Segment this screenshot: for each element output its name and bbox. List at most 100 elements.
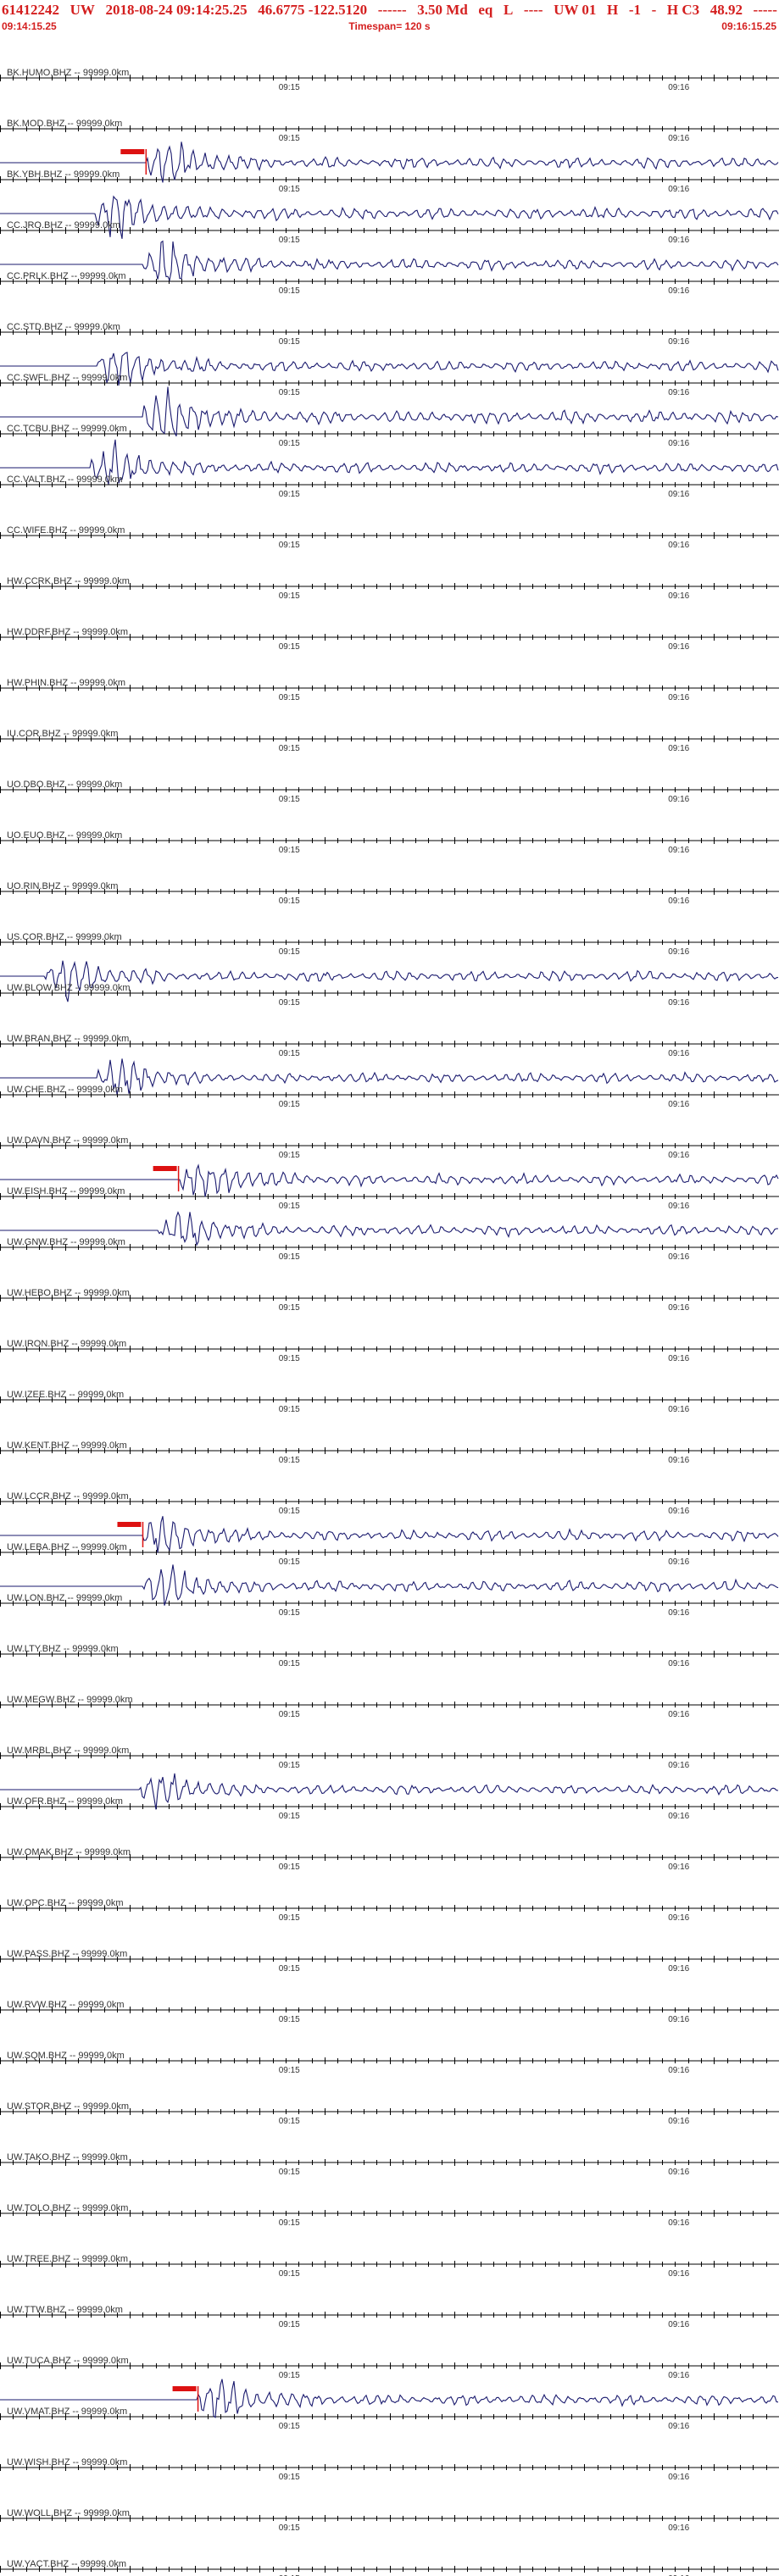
tick-label: 09:15 — [279, 1863, 300, 1872]
tick-label: 09:16 — [668, 1303, 689, 1313]
tick-label: 09:16 — [668, 337, 689, 347]
station-row-16: 09:15 09:16 UO.RIN.BHZ -- 99999.0km — [0, 881, 779, 906]
station-row-11: 09:15 09:16 HW.DDRF.BHZ -- 99999.0km — [0, 627, 779, 652]
tick-label: 09:16 — [668, 1252, 689, 1262]
tick-label: 09:16 — [668, 693, 689, 702]
tick-label: 09:16 — [668, 591, 689, 601]
station-label: UW.TREE.BHZ -- 99999.0km — [7, 2254, 128, 2264]
network: UW — [70, 2, 95, 18]
tick-label: 09:15 — [279, 1557, 300, 1567]
station-row-32: 09:15 09:16 UW.MEGW.BHZ -- 99999.0km — [0, 1695, 779, 1719]
station-row-31: 09:15 09:16 UW.LTY.BHZ -- 99999.0km — [0, 1644, 779, 1668]
station-label: UW.IRON.BHZ -- 99999.0km — [7, 1339, 126, 1349]
station-row-0: 09:15 09:16 BK.HUMO.BHZ -- 99999.0km — [0, 68, 779, 92]
version: -1 — [628, 2, 641, 18]
station-label: CC.TCBU.BHZ -- 99999.0km — [7, 424, 127, 434]
station-label: UW.IZEE.BHZ -- 99999.0km — [7, 1390, 124, 1400]
tick-label: 09:15 — [279, 337, 300, 347]
station-row-23: 09:15 09:16 UW.GNW.BHZ -- 99999.0km — [0, 1211, 779, 1262]
tick-label: 09:15 — [279, 2320, 300, 2329]
station-row-6: 09:15 09:16 CC.SWFL.BHZ -- 99999.0km — [0, 352, 779, 397]
tick-label: 09:16 — [668, 2015, 689, 2024]
station-label: UW.TAKO.BHZ -- 99999.0km — [7, 2152, 128, 2162]
tick-label: 09:15 — [279, 2473, 300, 2482]
station-label: UO.RIN.BHZ -- 99999.0km — [7, 881, 118, 891]
station-row-25: 09:15 09:16 UW.IRON.BHZ -- 99999.0km — [0, 1339, 779, 1363]
tick-label: 09:15 — [279, 388, 300, 397]
tick-label: 09:16 — [668, 2117, 689, 2126]
station-row-35: 09:15 09:16 UW.OMAK.BHZ -- 99999.0km — [0, 1847, 779, 1872]
tick-label: 09:15 — [279, 947, 300, 957]
station-label: UW.VMAT.BHZ -- 99999.0km — [7, 2407, 127, 2417]
magnitude: 3.50 Md — [417, 2, 468, 18]
station-row-29: 09:15 09:16 UW.LEBA.BHZ -- 99999.0km — [0, 1516, 779, 1567]
tick-label: 09:16 — [668, 1202, 689, 1211]
tick-label: 09:16 — [668, 2473, 689, 2482]
station-label: UW.LCCR.BHZ -- 99999.0km — [7, 1491, 129, 1502]
tick-label: 09:16 — [668, 1405, 689, 1414]
station-row-21: 09:15 09:16 UW.DAVN.BHZ -- 99999.0km — [0, 1135, 779, 1160]
tick-label: 09:16 — [668, 897, 689, 906]
tick-label: 09:16 — [668, 1456, 689, 1465]
station-label: CC.VALT.BHZ -- 99999.0km — [7, 475, 123, 485]
station-row-28: 09:15 09:16 UW.LCCR.BHZ -- 99999.0km — [0, 1491, 779, 1516]
tick-label: 09:15 — [279, 2168, 300, 2177]
station-row-33: 09:15 09:16 UW.MRBL.BHZ -- 99999.0km — [0, 1746, 779, 1770]
tick-label: 09:16 — [668, 795, 689, 804]
tick-label: 09:16 — [668, 185, 689, 194]
station-row-47: 09:15 09:16 UW.WISH.BHZ -- 99999.0km — [0, 2457, 779, 2482]
station-row-46: 09:15 09:16 UW.VMAT.BHZ -- 99999.0km — [0, 2379, 779, 2431]
location: 46.6775 -122.5120 — [258, 2, 368, 18]
station-label: UW.OMAK.BHZ -- 99999.0km — [7, 1847, 131, 1857]
station-row-3: 09:15 09:16 CC.JRO.BHZ -- 99999.0km — [0, 195, 779, 245]
station-row-1: 09:15 09:16 BK.MOD.BHZ -- 99999.0km — [0, 119, 779, 143]
tick-label: 09:16 — [668, 947, 689, 957]
station-row-30: 09:15 09:16 UW.LON.BHZ -- 99999.0km — [0, 1564, 779, 1618]
tick-label: 09:15 — [279, 1761, 300, 1770]
station-label: US.COR.BHZ -- 99999.0km — [7, 932, 122, 942]
station-label: UW.TTW.BHZ -- 99999.0km — [7, 2305, 123, 2315]
tick-label: 09:15 — [279, 1812, 300, 1821]
tick-label: 09:16 — [668, 2066, 689, 2075]
tick-label: 09:15 — [279, 1456, 300, 1465]
station-row-10: 09:15 09:16 HW.CCRK.BHZ -- 99999.0km — [0, 576, 779, 601]
tick-label: 09:15 — [279, 541, 300, 550]
station-label: UW.YACT.BHZ -- 99999.0km — [7, 2559, 126, 2569]
tick-label: 09:16 — [668, 1151, 689, 1160]
station-label: UW.LTY.BHZ -- 99999.0km — [7, 1644, 119, 1654]
gap-value: 48.92 — [709, 2, 743, 18]
tick-label: 09:15 — [279, 1964, 300, 1974]
station-label: HW.CCRK.BHZ -- 99999.0km — [7, 576, 130, 586]
station-label: CC.JRO.BHZ -- 99999.0km — [7, 220, 120, 230]
station-label: UW.TOLO.BHZ -- 99999.0km — [7, 2203, 128, 2213]
tick-label: 09:16 — [668, 134, 689, 143]
tick-label: 09:15 — [279, 642, 300, 652]
tick-label: 09:15 — [279, 2015, 300, 2024]
station-label: BK.MOD.BHZ -- 99999.0km — [7, 119, 122, 129]
processing-state: H C3 — [666, 2, 700, 18]
depth-field: ------ — [377, 2, 407, 18]
station-label: CC.SWFL.BHZ -- 99999.0km — [7, 373, 127, 383]
tick-label: 09:16 — [668, 1964, 689, 1974]
tick-label: 09:16 — [668, 388, 689, 397]
station-row-8: 09:15 09:16 CC.VALT.BHZ -- 99999.0km — [0, 439, 779, 499]
tick-label: 09:16 — [668, 2523, 689, 2533]
tick-label: 09:15 — [279, 2066, 300, 2075]
station-row-14: 09:15 09:16 UO.DBO.BHZ -- 99999.0km — [0, 780, 779, 804]
station-row-15: 09:15 09:16 UO.EUO.BHZ -- 99999.0km — [0, 830, 779, 855]
station-label: CC.WIFE.BHZ -- 99999.0km — [7, 525, 125, 536]
station-row-27: 09:15 09:16 UW.KENT.BHZ -- 99999.0km — [0, 1441, 779, 1465]
station-label: BK.HUMO.BHZ -- 99999.0km — [7, 68, 129, 78]
tick-label: 09:16 — [668, 2168, 689, 2177]
station-label: UW.DAVN.BHZ -- 99999.0km — [7, 1135, 128, 1146]
tick-label: 09:16 — [668, 998, 689, 1008]
station-label: UW.LEBA.BHZ -- 99999.0km — [7, 1542, 127, 1552]
tick-label: 09:15 — [279, 795, 300, 804]
station-label: UW.WISH.BHZ -- 99999.0km — [7, 2457, 127, 2468]
station-row-7: 09:15 09:16 CC.TCBU.BHZ -- 99999.0km — [0, 386, 779, 448]
tick-label: 09:15 — [279, 1252, 300, 1262]
tick-label: 09:16 — [668, 2371, 689, 2380]
waveform-trace — [0, 195, 779, 239]
tick-label: 09:16 — [668, 1812, 689, 1821]
station-row-38: 09:15 09:16 UW.RVW.BHZ -- 99999.0km — [0, 2000, 779, 2024]
